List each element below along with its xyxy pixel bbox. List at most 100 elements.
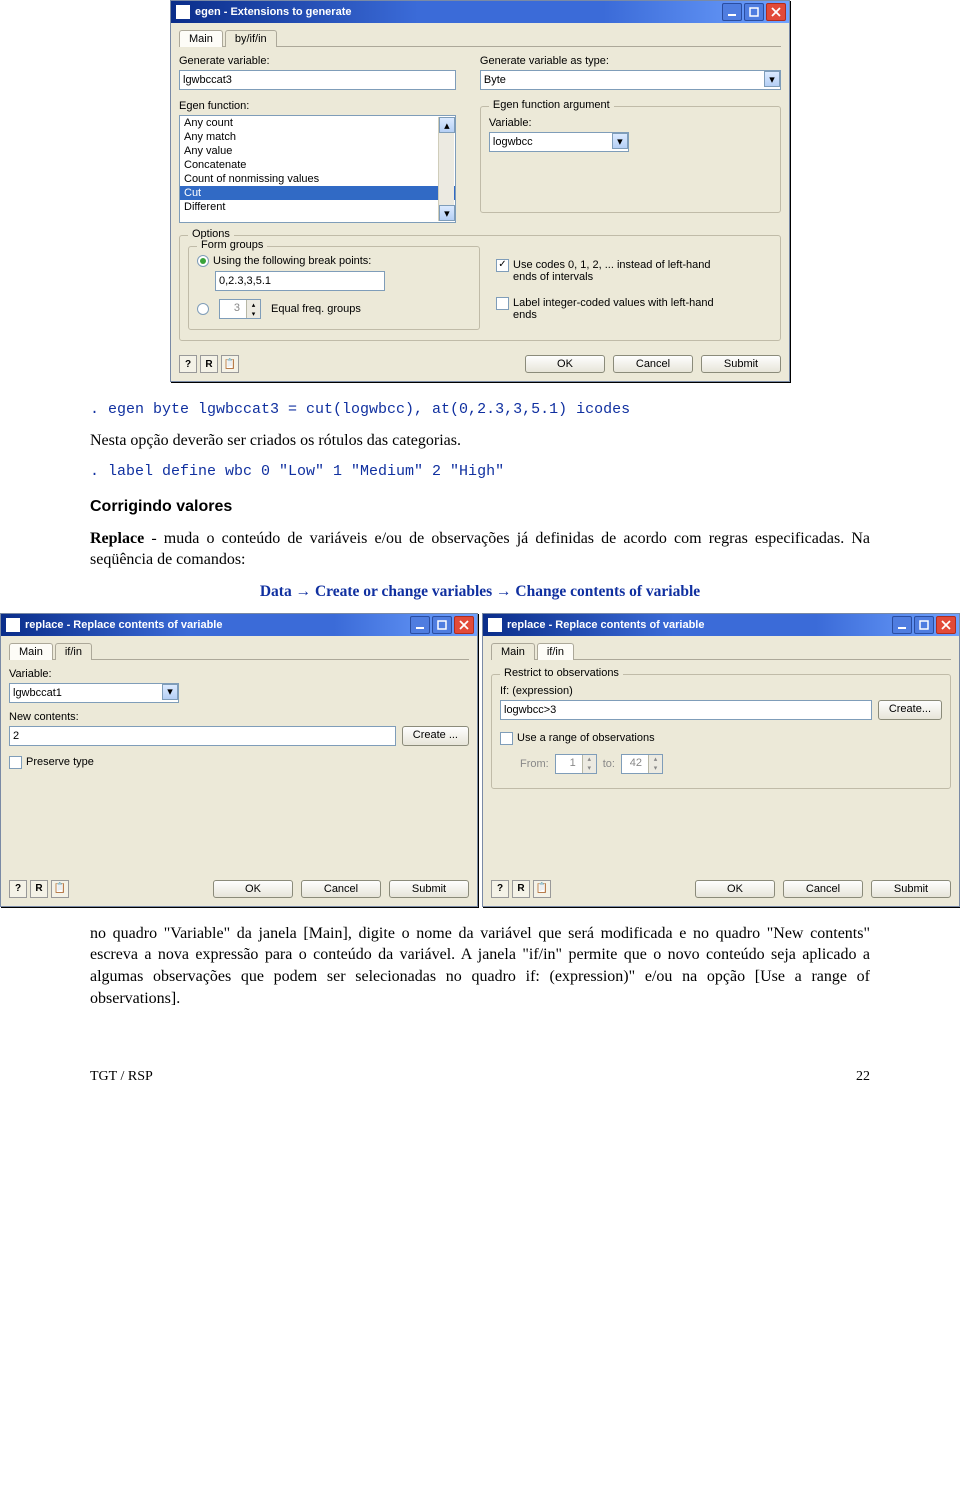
chevron-down-icon: ▾ <box>162 684 178 700</box>
ok-button[interactable]: OK <box>213 880 293 898</box>
maximize-button[interactable] <box>432 616 452 634</box>
footer-left: TGT / RSP <box>90 1069 153 1085</box>
minimize-button[interactable] <box>410 616 430 634</box>
spin-down-icon[interactable]: ▾ <box>648 764 662 773</box>
genvarastype-label: Generate variable as type: <box>480 55 781 67</box>
egen-dialog: egen - Extensions to generate Main by/if… <box>170 0 790 382</box>
list-item[interactable]: Concatenate <box>180 158 455 172</box>
chk-range[interactable]: Use a range of observations <box>500 732 655 745</box>
arg-var-select[interactable]: ▾ <box>489 132 629 152</box>
submit-button[interactable]: Submit <box>389 880 469 898</box>
chk-labelint-label: Label integer-coded values with left-han… <box>513 297 733 321</box>
replace-main-titlebar[interactable]: replace - Replace contents of variable <box>1 614 477 636</box>
scroll-up-icon[interactable]: ▴ <box>439 117 455 133</box>
genvar-input[interactable] <box>179 70 456 90</box>
to-label: to: <box>603 758 615 770</box>
egen-title-icon <box>176 5 190 19</box>
list-item[interactable]: Any match <box>180 130 455 144</box>
tab-main[interactable]: Main <box>179 30 223 47</box>
list-item[interactable]: Different <box>180 200 455 214</box>
command-sequence: Data → Create or change variables → Chan… <box>90 581 870 603</box>
reset-icon[interactable]: R <box>200 355 218 373</box>
paragraph: no quadro "Variable" da janela [Main], d… <box>90 923 870 1009</box>
cancel-button[interactable]: Cancel <box>613 355 693 373</box>
help-icon[interactable]: ? <box>179 355 197 373</box>
close-button[interactable] <box>936 616 956 634</box>
chk-preserve-label: Preserve type <box>26 756 94 768</box>
options-group: Options Form groups Using the following … <box>179 235 781 341</box>
ok-button[interactable]: OK <box>525 355 605 373</box>
var-select[interactable]: ▾ <box>9 683 179 703</box>
to-spinner[interactable]: 42 ▴▾ <box>621 754 663 774</box>
list-item[interactable]: Any count <box>180 116 455 130</box>
tab-main[interactable]: Main <box>9 643 53 660</box>
cancel-button[interactable]: Cancel <box>301 880 381 898</box>
radio-eqfreq[interactable]: 3 ▴▾ Equal freq. groups <box>197 299 361 319</box>
tab-ifin[interactable]: if/in <box>55 643 92 660</box>
list-item-selected[interactable]: Cut <box>180 186 455 200</box>
help-icon[interactable]: ? <box>9 880 27 898</box>
formgroups-group: Form groups Using the following break po… <box>188 246 480 330</box>
egen-titlebar[interactable]: egen - Extensions to generate <box>171 1 789 23</box>
minimize-button[interactable] <box>722 3 742 21</box>
paragraph: Replace - muda o conteúdo de variáveis e… <box>90 528 870 571</box>
replace-main-title: replace - Replace contents of variable <box>25 619 222 631</box>
tab-main[interactable]: Main <box>491 643 535 660</box>
help-icon[interactable]: ? <box>491 880 509 898</box>
minimize-button[interactable] <box>892 616 912 634</box>
replace-ifin-titlebar[interactable]: replace - Replace contents of variable <box>483 614 959 636</box>
copy-icon[interactable]: 📋 <box>221 355 239 373</box>
list-item[interactable]: Any value <box>180 144 455 158</box>
chk-range-label: Use a range of observations <box>517 732 655 744</box>
paragraph: Nesta opção deverão ser criados os rótul… <box>90 430 870 452</box>
maximize-button[interactable] <box>744 3 764 21</box>
egen-arg-group: Egen function argument Variable: ▾ <box>480 106 781 213</box>
heading-corrigindo: Corrigindo valores <box>90 496 870 518</box>
spin-up-icon[interactable]: ▴ <box>246 300 260 309</box>
maximize-button[interactable] <box>914 616 934 634</box>
egenfunc-label: Egen function: <box>179 100 456 112</box>
submit-button[interactable]: Submit <box>871 880 951 898</box>
submit-button[interactable]: Submit <box>701 355 781 373</box>
replace-ifin-title: replace - Replace contents of variable <box>507 619 704 631</box>
chevron-down-icon: ▾ <box>612 133 628 149</box>
reset-icon[interactable]: R <box>30 880 48 898</box>
new-contents-input[interactable] <box>9 726 396 746</box>
spin-down-icon[interactable]: ▾ <box>246 309 260 318</box>
eqfreq-spinner[interactable]: 3 ▴▾ <box>219 299 261 319</box>
close-button[interactable] <box>766 3 786 21</box>
scrollbar[interactable]: ▴ ▾ <box>438 117 454 221</box>
replace-main-dialog: replace - Replace contents of variable M… <box>0 613 478 907</box>
new-label: New contents: <box>9 711 469 723</box>
code-line-2: . label define wbc 0 "Low" 1 "Medium" 2 … <box>90 462 870 482</box>
restrict-group: Restrict to observations If: (expression… <box>491 674 951 789</box>
radio-breakpoints[interactable]: Using the following break points: <box>197 255 371 267</box>
breakpoints-input[interactable] <box>215 271 385 291</box>
chk-preserve[interactable]: Preserve type <box>9 756 469 769</box>
tab-ifin[interactable]: if/in <box>537 643 574 660</box>
create-button[interactable]: Create ... <box>402 726 469 746</box>
spin-up-icon[interactable]: ▴ <box>582 755 596 764</box>
chk-labelint[interactable]: Label integer-coded values with left-han… <box>496 297 733 321</box>
reset-icon[interactable]: R <box>512 880 530 898</box>
page-footer: TGT / RSP 22 <box>90 1069 870 1085</box>
ifexpr-input[interactable] <box>500 700 872 720</box>
ok-button[interactable]: OK <box>695 880 775 898</box>
list-item[interactable]: Count of nonmissing values <box>180 172 455 186</box>
replace-ifin-dialog: replace - Replace contents of variable M… <box>482 613 960 907</box>
spin-down-icon[interactable]: ▾ <box>582 764 596 773</box>
radio-breakpoints-label: Using the following break points: <box>213 255 371 267</box>
genvar-label: Generate variable: <box>179 55 456 67</box>
copy-icon[interactable]: 📋 <box>51 880 69 898</box>
close-button[interactable] <box>454 616 474 634</box>
tab-byifin[interactable]: by/if/in <box>225 30 277 47</box>
egenfunc-listbox[interactable]: Any count Any match Any value Concatenat… <box>179 115 456 223</box>
genvarastype-select[interactable]: ▾ <box>480 70 781 90</box>
chk-usecodes[interactable]: ✓ Use codes 0, 1, 2, ... instead of left… <box>496 259 733 283</box>
spin-up-icon[interactable]: ▴ <box>648 755 662 764</box>
create-button[interactable]: Create... <box>878 700 942 720</box>
copy-icon[interactable]: 📋 <box>533 880 551 898</box>
scroll-down-icon[interactable]: ▾ <box>439 205 455 221</box>
from-spinner[interactable]: 1 ▴▾ <box>555 754 597 774</box>
cancel-button[interactable]: Cancel <box>783 880 863 898</box>
